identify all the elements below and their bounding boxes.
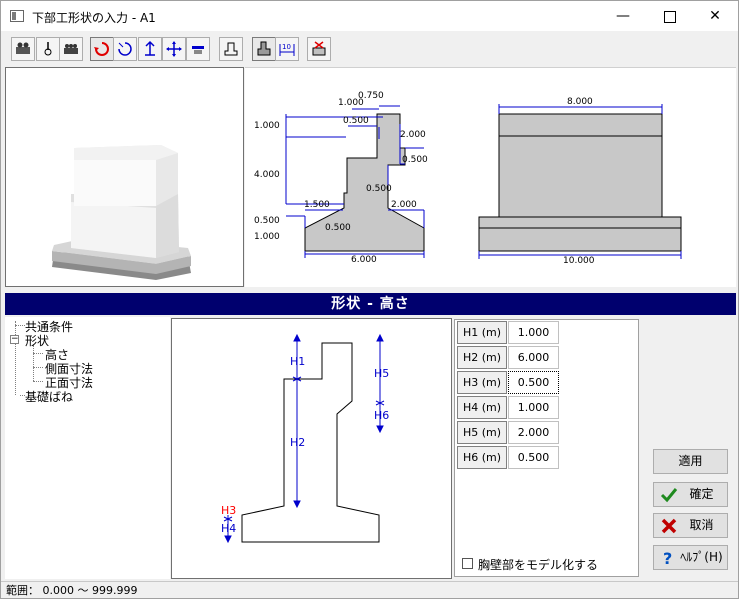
dim-front-base: 10.000 [563,256,595,266]
front-view-button[interactable] [219,37,243,61]
dim-h3: 0.500 [254,216,280,226]
model-wall-option[interactable]: 胸壁部をモデル化する [454,553,639,575]
apply-label: 適用 [678,454,703,468]
toolbar: 10 [1,33,738,63]
label-h3: H3 [221,504,236,517]
section-view-icon [257,41,271,56]
dim-toe-left: 1.500 [304,200,330,210]
dim-top-width: 0.750 [358,91,384,101]
view-3d-button[interactable] [11,37,35,61]
section-header: 形状 - 高さ [5,293,736,315]
ok-label: 確定 [689,487,714,501]
clear-icon [312,41,326,56]
label-h4: H4 [221,522,236,535]
input-h1[interactable]: 1.000 [508,321,559,344]
dim-h6: 0.500 [402,155,428,165]
dim-base: 6.000 [351,255,377,265]
dim-h5: 2.000 [400,130,426,140]
front-footing-shape [478,216,682,252]
cancel-x-icon [661,518,677,534]
dim-inner: 0.500 [325,223,351,233]
app-icon [10,10,24,22]
render-button[interactable] [59,37,83,61]
help-label: ﾍﾙﾌﾟ(H) [680,550,723,564]
perspective-icon [44,42,52,56]
input-h3[interactable]: 0.500 [508,371,559,394]
input-h6[interactable]: 0.500 [508,446,559,469]
front-wall-shape [498,113,663,218]
dimension-icon: 10 [279,43,295,56]
svg-text:10: 10 [282,43,291,51]
row-label-h5: H5 (m) [457,421,507,444]
input-h4[interactable]: 1.000 [508,396,559,419]
pan-up-button[interactable] [138,37,162,61]
label-h5: H5 [374,367,389,380]
tree-collapse-toggle[interactable]: − [10,335,19,344]
model-wall-checkbox[interactable] [462,558,473,569]
perspective-button[interactable] [36,37,60,61]
minimize-button[interactable]: — [600,1,646,31]
height-diagram-svg: H1 H2 H3 H4 H5 H6 [221,333,389,544]
reset-view-icon [192,46,204,54]
input-h2[interactable]: 6.000 [508,346,559,369]
model-wall-label: 胸壁部をモデル化する [478,558,599,572]
view-3d-icon [16,42,30,54]
svg-text:?: ? [663,549,672,567]
dim-toe-right: 2.000 [391,200,417,210]
tree-item-foundation-spring[interactable]: 基礎ばね [25,388,73,405]
render-icon [64,44,78,54]
drawing-2d-panel: 1.000 0.750 0.500 1.000 2.000 0.500 4.00… [245,67,736,287]
row-label-h1: H1 (m) [457,321,507,344]
window-title: 下部工形状の入力 - A1 [32,11,156,25]
section-view-button[interactable] [252,37,276,61]
height-diagram: H1 H2 H3 H4 H5 H6 [171,318,452,579]
move-button[interactable] [162,37,186,61]
rotate-free-icon [118,42,132,56]
preview-3d-panel[interactable] [5,67,244,287]
apply-button[interactable]: 適用 [653,449,728,474]
help-button[interactable]: ? ﾍﾙﾌﾟ(H) [653,545,728,570]
cancel-label: 取消 [689,518,714,532]
row-label-h4: H4 (m) [457,396,507,419]
cancel-button[interactable]: 取消 [653,513,728,538]
dim-h1: 1.000 [254,121,280,131]
row-label-h6: H6 (m) [457,446,507,469]
dim-slope-w: 0.500 [366,184,392,194]
ok-button[interactable]: 確定 [653,482,728,507]
front-view-icon [224,42,238,56]
reset-view-button[interactable] [186,37,210,61]
dimension-button[interactable]: 10 [275,37,299,61]
clear-button[interactable] [307,37,331,61]
rotate-free-button[interactable] [113,37,137,61]
label-h6: H6 [374,409,389,422]
input-h5[interactable]: 2.000 [508,421,559,444]
navigation-tree: − 共通条件 形状 高さ 側面寸法 正面寸法 基礎ばね [5,317,170,579]
row-label-h3: H3 (m) [457,371,507,394]
rotate-button[interactable] [90,37,114,61]
rotate-icon [94,42,109,56]
dim-h4: 1.000 [254,232,280,242]
row-label-h2: H2 (m) [457,346,507,369]
dim-notch-w: 0.500 [343,116,369,126]
title-bar: 下部工形状の入力 - A1 — ✕ [1,1,738,31]
help-question-icon: ? [663,549,672,567]
label-h2: H2 [290,436,305,449]
height-table: H1 (m) 1.000 H2 (m) 6.000 H3 (m) 0.500 H… [454,319,639,577]
maximize-button[interactable] [646,1,692,31]
diagram-shape [241,342,380,543]
status-bar: 範囲： 0.000 ～ 999.999 [1,581,738,599]
move-icon [166,41,182,57]
pan-up-icon [145,40,155,56]
dim-front-top: 8.000 [567,97,593,107]
close-button[interactable]: ✕ [692,1,738,31]
dimension-drawing: 1.000 0.750 0.500 1.000 2.000 0.500 4.00… [254,91,682,266]
abutment-3d-model [52,145,191,280]
dialog-window: 下部工形状の入力 - A1 — ✕ 10 1.000 0.750 0.500 1… [0,0,739,599]
checkmark-icon [660,488,678,503]
label-h1: H1 [290,355,305,368]
dim-h2: 4.000 [254,170,280,180]
